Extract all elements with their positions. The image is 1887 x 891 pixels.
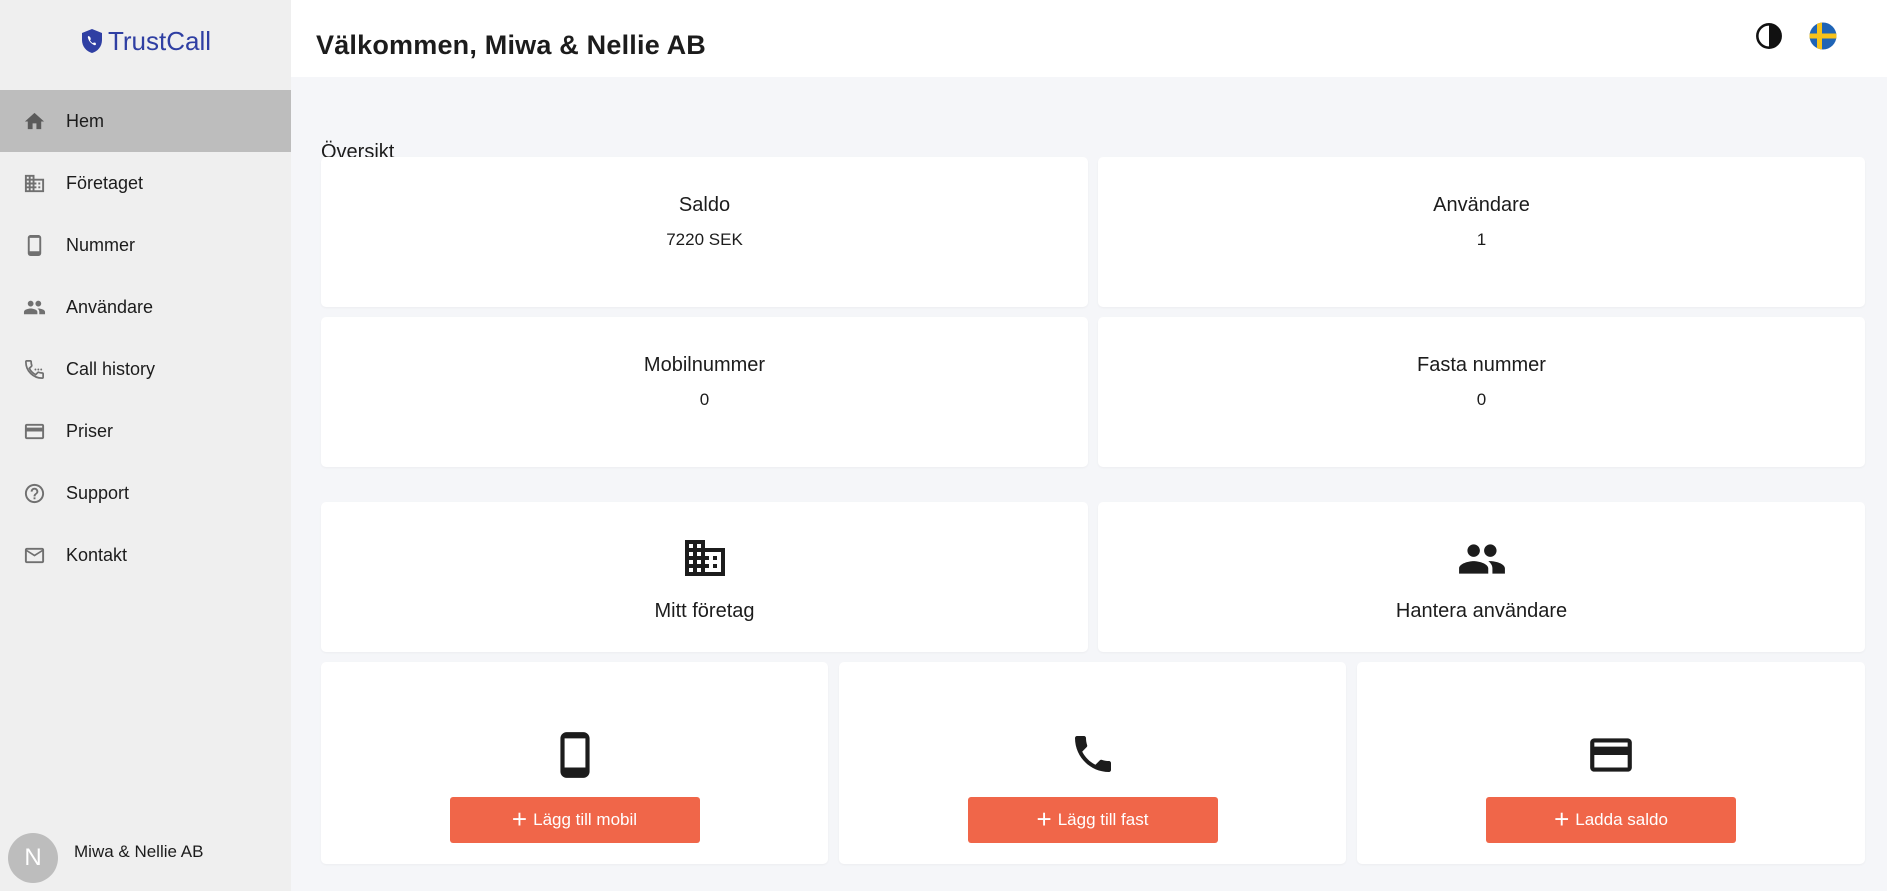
stat-card-anvandare: Användare 1 xyxy=(1098,157,1865,307)
language-button[interactable] xyxy=(1809,22,1837,50)
shield-phone-icon xyxy=(81,29,102,53)
sidebar-item-anvandare[interactable]: Användare xyxy=(0,276,291,338)
sidebar-item-foretaget[interactable]: Företaget xyxy=(0,152,291,214)
sidebar-item-label: Priser xyxy=(66,420,114,441)
contrast-icon xyxy=(1756,23,1782,49)
phone-icon xyxy=(1074,736,1111,772)
help-icon xyxy=(22,481,46,505)
avatar: N xyxy=(8,833,58,883)
brand-logo[interactable]: TrustCall xyxy=(0,0,291,90)
stat-card-mobilnummer: Mobilnummer 0 xyxy=(321,317,1088,467)
plus-icon: + xyxy=(511,803,528,834)
stat-value: 0 xyxy=(699,390,710,409)
link-card-hantera-anvandare[interactable]: Hantera användare xyxy=(1098,502,1865,652)
button-label: Lägg till mobil xyxy=(533,810,638,829)
stat-card-saldo: Saldo 7220 SEK xyxy=(321,157,1088,307)
theme-toggle-button[interactable] xyxy=(1755,22,1783,50)
call-history-icon xyxy=(22,357,46,381)
action-card-fast: + Lägg till fast xyxy=(839,662,1346,864)
header: Välkommen, Miwa & Nellie AB xyxy=(291,0,1887,77)
stat-value: 0 xyxy=(1476,390,1487,409)
link-label: Mitt företag xyxy=(654,600,755,622)
sidebar-item-nummer[interactable]: Nummer xyxy=(0,214,291,276)
profile-name: Miwa & Nellie AB xyxy=(74,842,204,861)
stat-label: Mobilnummer xyxy=(643,354,766,376)
phone-device-icon xyxy=(22,233,46,257)
action-card-mobil: + Lägg till mobil xyxy=(321,662,828,864)
link-card-mitt-foretag[interactable]: Mitt företag xyxy=(321,502,1088,652)
stat-label: Användare xyxy=(1433,194,1530,216)
add-landline-button[interactable]: + Lägg till fast xyxy=(967,797,1218,843)
sidebar-item-label: Kontakt xyxy=(66,544,128,565)
page-title: Välkommen, Miwa & Nellie AB xyxy=(316,30,707,60)
brand-name: TrustCall xyxy=(107,25,212,56)
sidebar-item-label: Företaget xyxy=(66,172,144,193)
building-icon xyxy=(684,540,725,576)
link-label: Hantera användare xyxy=(1395,600,1568,622)
sidebar-item-label: Support xyxy=(66,482,130,503)
stat-card-fasta-nummer: Fasta nummer 0 xyxy=(1098,317,1865,467)
plus-icon: + xyxy=(1036,803,1052,834)
sidebar: TrustCall Hem Företaget Nummer Användare… xyxy=(0,0,291,891)
user-profile[interactable]: N Miwa & Nellie AB xyxy=(8,833,203,883)
top-up-balance-button[interactable]: + Ladda saldo xyxy=(1486,797,1736,843)
sidebar-item-label: Hem xyxy=(66,110,105,131)
users-icon xyxy=(22,295,46,319)
sidebar-item-label: Nummer xyxy=(66,234,136,255)
sidebar-item-call-history[interactable]: Call history xyxy=(0,338,291,400)
stat-label: Saldo xyxy=(678,194,731,216)
building-icon xyxy=(22,171,46,195)
card-icon xyxy=(22,419,46,443)
plus-icon: + xyxy=(1554,803,1570,834)
mobile-icon xyxy=(559,732,590,778)
sidebar-item-label: Call history xyxy=(66,358,156,379)
stat-value: 1 xyxy=(1476,230,1487,249)
sidebar-item-hem[interactable]: Hem xyxy=(0,90,291,152)
home-icon xyxy=(22,109,46,133)
credit-card-icon xyxy=(1590,738,1632,772)
swedish-flag-icon xyxy=(1809,22,1837,50)
sidebar-item-kontakt[interactable]: Kontakt xyxy=(0,524,291,586)
mail-icon xyxy=(22,543,46,567)
add-mobile-button[interactable]: + Lägg till mobil xyxy=(449,797,700,843)
sidebar-item-label: Användare xyxy=(66,296,154,317)
sidebar-item-support[interactable]: Support xyxy=(0,462,291,524)
button-label: Lägg till fast xyxy=(1057,810,1149,829)
action-card-saldo: + Ladda saldo xyxy=(1357,662,1865,864)
button-label: Ladda saldo xyxy=(1575,810,1668,829)
stat-label: Fasta nummer xyxy=(1417,354,1546,376)
users-icon xyxy=(1458,544,1505,574)
header-actions xyxy=(1755,22,1837,50)
stat-value: 7220 SEK xyxy=(666,230,743,249)
sidebar-item-priser[interactable]: Priser xyxy=(0,400,291,462)
